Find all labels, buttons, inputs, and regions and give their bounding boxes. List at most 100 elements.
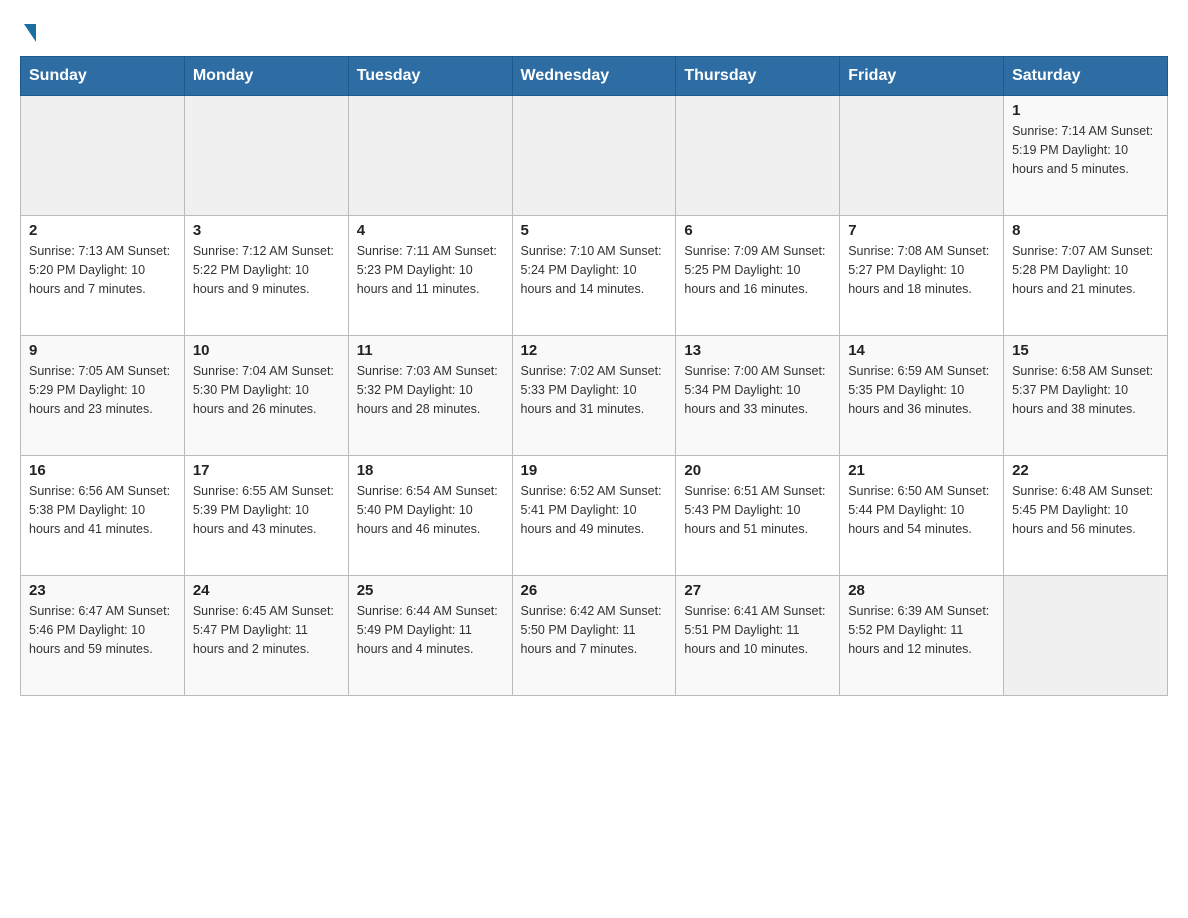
calendar-header-row: SundayMondayTuesdayWednesdayThursdayFrid… xyxy=(21,57,1168,96)
day-info: Sunrise: 6:58 AM Sunset: 5:37 PM Dayligh… xyxy=(1012,362,1159,418)
calendar-cell: 2 Sunrise: 7:13 AM Sunset: 5:20 PM Daylig… xyxy=(21,216,185,336)
calendar-cell: 22 Sunrise: 6:48 AM Sunset: 5:45 PM Dayli… xyxy=(1004,456,1168,576)
calendar-week-row: 1 Sunrise: 7:14 AM Sunset: 5:19 PM Daylig… xyxy=(21,96,1168,216)
calendar-cell: 20 Sunrise: 6:51 AM Sunset: 5:43 PM Dayli… xyxy=(676,456,840,576)
day-number: 13 xyxy=(684,342,831,359)
day-number: 23 xyxy=(29,582,176,599)
day-number: 18 xyxy=(357,462,504,479)
day-number: 1 xyxy=(1012,102,1159,119)
day-number: 6 xyxy=(684,222,831,239)
calendar-cell: 11 Sunrise: 7:03 AM Sunset: 5:32 PM Dayli… xyxy=(348,336,512,456)
day-info: Sunrise: 6:51 AM Sunset: 5:43 PM Dayligh… xyxy=(684,482,831,538)
page-header xyxy=(20,20,1168,40)
calendar-week-row: 2 Sunrise: 7:13 AM Sunset: 5:20 PM Daylig… xyxy=(21,216,1168,336)
day-info: Sunrise: 6:45 AM Sunset: 5:47 PM Dayligh… xyxy=(193,602,340,658)
day-info: Sunrise: 6:52 AM Sunset: 5:41 PM Dayligh… xyxy=(521,482,668,538)
day-number: 22 xyxy=(1012,462,1159,479)
day-info: Sunrise: 7:10 AM Sunset: 5:24 PM Dayligh… xyxy=(521,242,668,298)
day-of-week-header: Tuesday xyxy=(348,57,512,96)
day-of-week-header: Wednesday xyxy=(512,57,676,96)
calendar-cell: 25 Sunrise: 6:44 AM Sunset: 5:49 PM Dayli… xyxy=(348,576,512,696)
day-number: 5 xyxy=(521,222,668,239)
calendar-cell: 28Sunrise: 6:39 AM Sunset: 5:52 PM Dayli… xyxy=(840,576,1004,696)
day-number: 16 xyxy=(29,462,176,479)
calendar-cell xyxy=(184,96,348,216)
calendar-cell: 12 Sunrise: 7:02 AM Sunset: 5:33 PM Dayli… xyxy=(512,336,676,456)
day-info: Sunrise: 7:05 AM Sunset: 5:29 PM Dayligh… xyxy=(29,362,176,418)
day-number: 25 xyxy=(357,582,504,599)
calendar-cell: 6 Sunrise: 7:09 AM Sunset: 5:25 PM Daylig… xyxy=(676,216,840,336)
day-number: 21 xyxy=(848,462,995,479)
calendar-cell: 21 Sunrise: 6:50 AM Sunset: 5:44 PM Dayli… xyxy=(840,456,1004,576)
calendar-cell: 1 Sunrise: 7:14 AM Sunset: 5:19 PM Daylig… xyxy=(1004,96,1168,216)
day-info: Sunrise: 7:11 AM Sunset: 5:23 PM Dayligh… xyxy=(357,242,504,298)
day-number: 19 xyxy=(521,462,668,479)
calendar-cell: 19 Sunrise: 6:52 AM Sunset: 5:41 PM Dayli… xyxy=(512,456,676,576)
day-of-week-header: Saturday xyxy=(1004,57,1168,96)
day-number: 3 xyxy=(193,222,340,239)
day-info: Sunrise: 7:12 AM Sunset: 5:22 PM Dayligh… xyxy=(193,242,340,298)
day-of-week-header: Thursday xyxy=(676,57,840,96)
calendar-cell: 13 Sunrise: 7:00 AM Sunset: 5:34 PM Dayli… xyxy=(676,336,840,456)
calendar-week-row: 9 Sunrise: 7:05 AM Sunset: 5:29 PM Daylig… xyxy=(21,336,1168,456)
day-number: 27 xyxy=(684,582,831,599)
day-number: 14 xyxy=(848,342,995,359)
day-info: Sunrise: 6:41 AM Sunset: 5:51 PM Dayligh… xyxy=(684,602,831,658)
day-info: Sunrise: 7:02 AM Sunset: 5:33 PM Dayligh… xyxy=(521,362,668,418)
day-info: Sunrise: 6:44 AM Sunset: 5:49 PM Dayligh… xyxy=(357,602,504,658)
day-info: Sunrise: 7:13 AM Sunset: 5:20 PM Dayligh… xyxy=(29,242,176,298)
day-info: Sunrise: 7:09 AM Sunset: 5:25 PM Dayligh… xyxy=(684,242,831,298)
calendar-cell: 24 Sunrise: 6:45 AM Sunset: 5:47 PM Dayli… xyxy=(184,576,348,696)
day-number: 9 xyxy=(29,342,176,359)
day-info: Sunrise: 6:39 AM Sunset: 5:52 PM Dayligh… xyxy=(848,602,995,658)
calendar-cell xyxy=(21,96,185,216)
day-info: Sunrise: 7:00 AM Sunset: 5:34 PM Dayligh… xyxy=(684,362,831,418)
calendar-cell xyxy=(512,96,676,216)
calendar-cell: 10Sunrise: 7:04 AM Sunset: 5:30 PM Dayli… xyxy=(184,336,348,456)
calendar-cell xyxy=(840,96,1004,216)
day-info: Sunrise: 6:47 AM Sunset: 5:46 PM Dayligh… xyxy=(29,602,176,658)
day-number: 26 xyxy=(521,582,668,599)
day-info: Sunrise: 7:03 AM Sunset: 5:32 PM Dayligh… xyxy=(357,362,504,418)
day-info: Sunrise: 7:08 AM Sunset: 5:27 PM Dayligh… xyxy=(848,242,995,298)
calendar-cell xyxy=(348,96,512,216)
day-number: 15 xyxy=(1012,342,1159,359)
calendar-cell: 23 Sunrise: 6:47 AM Sunset: 5:46 PM Dayli… xyxy=(21,576,185,696)
calendar-cell: 15 Sunrise: 6:58 AM Sunset: 5:37 PM Dayli… xyxy=(1004,336,1168,456)
day-of-week-header: Sunday xyxy=(21,57,185,96)
day-number: 20 xyxy=(684,462,831,479)
calendar-table: SundayMondayTuesdayWednesdayThursdayFrid… xyxy=(20,56,1168,696)
calendar-cell: 8 Sunrise: 7:07 AM Sunset: 5:28 PM Daylig… xyxy=(1004,216,1168,336)
day-number: 24 xyxy=(193,582,340,599)
day-info: Sunrise: 7:14 AM Sunset: 5:19 PM Dayligh… xyxy=(1012,122,1159,178)
calendar-cell: 17 Sunrise: 6:55 AM Sunset: 5:39 PM Dayli… xyxy=(184,456,348,576)
day-number: 4 xyxy=(357,222,504,239)
logo-arrow-icon xyxy=(24,24,36,42)
day-info: Sunrise: 6:48 AM Sunset: 5:45 PM Dayligh… xyxy=(1012,482,1159,538)
day-number: 7 xyxy=(848,222,995,239)
calendar-cell xyxy=(676,96,840,216)
calendar-cell: 4 Sunrise: 7:11 AM Sunset: 5:23 PM Daylig… xyxy=(348,216,512,336)
day-info: Sunrise: 7:04 AM Sunset: 5:30 PM Dayligh… xyxy=(193,362,340,418)
calendar-cell: 18 Sunrise: 6:54 AM Sunset: 5:40 PM Dayli… xyxy=(348,456,512,576)
calendar-cell xyxy=(1004,576,1168,696)
day-number: 2 xyxy=(29,222,176,239)
day-info: Sunrise: 6:50 AM Sunset: 5:44 PM Dayligh… xyxy=(848,482,995,538)
day-info: Sunrise: 6:42 AM Sunset: 5:50 PM Dayligh… xyxy=(521,602,668,658)
day-info: Sunrise: 6:59 AM Sunset: 5:35 PM Dayligh… xyxy=(848,362,995,418)
calendar-cell: 16Sunrise: 6:56 AM Sunset: 5:38 PM Dayli… xyxy=(21,456,185,576)
day-number: 12 xyxy=(521,342,668,359)
day-info: Sunrise: 7:07 AM Sunset: 5:28 PM Dayligh… xyxy=(1012,242,1159,298)
calendar-week-row: 23 Sunrise: 6:47 AM Sunset: 5:46 PM Dayli… xyxy=(21,576,1168,696)
calendar-week-row: 16Sunrise: 6:56 AM Sunset: 5:38 PM Dayli… xyxy=(21,456,1168,576)
day-number: 11 xyxy=(357,342,504,359)
calendar-cell: 27 Sunrise: 6:41 AM Sunset: 5:51 PM Dayli… xyxy=(676,576,840,696)
day-info: Sunrise: 6:55 AM Sunset: 5:39 PM Dayligh… xyxy=(193,482,340,538)
calendar-cell: 26 Sunrise: 6:42 AM Sunset: 5:50 PM Dayli… xyxy=(512,576,676,696)
day-number: 8 xyxy=(1012,222,1159,239)
day-number: 17 xyxy=(193,462,340,479)
day-info: Sunrise: 6:54 AM Sunset: 5:40 PM Dayligh… xyxy=(357,482,504,538)
day-of-week-header: Monday xyxy=(184,57,348,96)
day-of-week-header: Friday xyxy=(840,57,1004,96)
logo xyxy=(20,20,36,40)
